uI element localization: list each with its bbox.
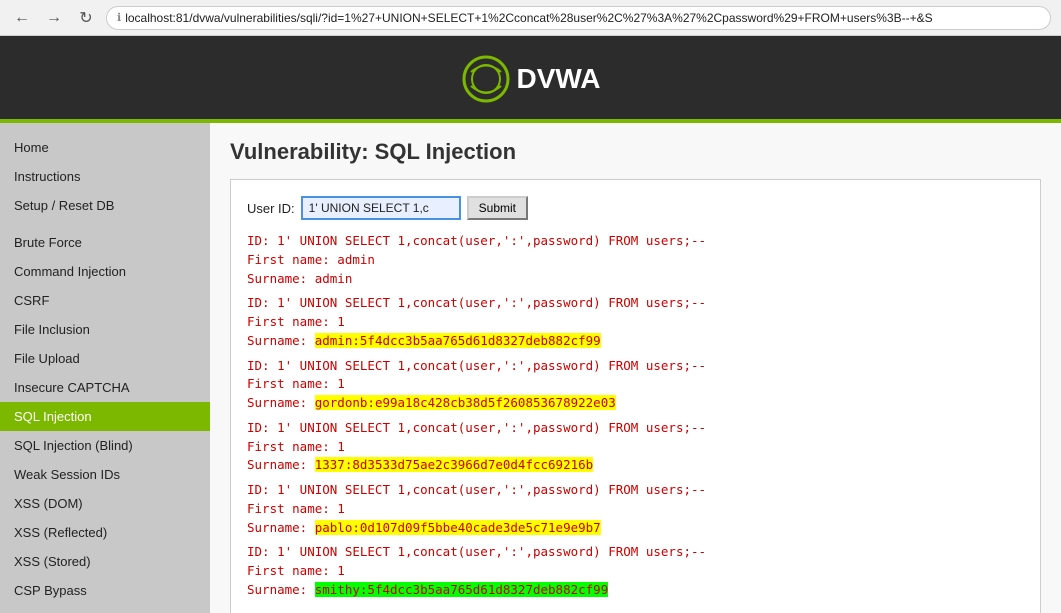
result-2-firstname: First name: 1	[247, 313, 1024, 332]
sidebar-item-brute-force[interactable]: Brute Force	[0, 228, 210, 257]
userid-input[interactable]	[301, 196, 461, 220]
result-2-id: ID: 1' UNION SELECT 1,concat(user,':',pa…	[247, 294, 1024, 313]
result-3-id: ID: 1' UNION SELECT 1,concat(user,':',pa…	[247, 357, 1024, 376]
lock-icon: ℹ	[117, 11, 121, 24]
sidebar-divider-1	[0, 220, 210, 228]
result-1-surname: Surname: admin	[247, 270, 1024, 289]
userid-label: User ID:	[247, 201, 295, 216]
content-area: Vulnerability: SQL Injection User ID: Su…	[210, 123, 1061, 613]
page-wrapper: DVWA Home Instructions Setup / Reset DB …	[0, 36, 1061, 613]
result-3: ID: 1' UNION SELECT 1,concat(user,':',pa…	[247, 357, 1024, 413]
back-button[interactable]: ←	[10, 6, 34, 30]
dvwa-logo: DVWA	[461, 54, 601, 104]
sidebar-item-command-injection[interactable]: Command Injection	[0, 257, 210, 286]
result-4-id: ID: 1' UNION SELECT 1,concat(user,':',pa…	[247, 419, 1024, 438]
result-6: ID: 1' UNION SELECT 1,concat(user,':',pa…	[247, 543, 1024, 599]
sidebar-item-instructions[interactable]: Instructions	[0, 162, 210, 191]
refresh-button[interactable]: ↻	[74, 6, 98, 30]
result-5-firstname: First name: 1	[247, 500, 1024, 519]
logo-text: DVWA	[517, 63, 601, 95]
sidebar-item-weak-session-ids[interactable]: Weak Session IDs	[0, 460, 210, 489]
result-1: ID: 1' UNION SELECT 1,concat(user,':',pa…	[247, 232, 1024, 288]
result-4-surname: Surname: 1337:8d3533d75ae2c3966d7e0d4fcc…	[247, 456, 1024, 475]
forward-button[interactable]: →	[42, 6, 66, 30]
sidebar-item-javascript[interactable]: JavaScript	[0, 605, 210, 613]
sidebar-item-xss-stored[interactable]: XSS (Stored)	[0, 547, 210, 576]
result-3-firstname: First name: 1	[247, 375, 1024, 394]
result-2-surname-value: admin:5f4dcc3b5aa765d61d8327deb882cf99	[315, 333, 601, 348]
sidebar: Home Instructions Setup / Reset DB Brute…	[0, 123, 210, 613]
main-area: Home Instructions Setup / Reset DB Brute…	[0, 123, 1061, 613]
sidebar-item-xss-reflected[interactable]: XSS (Reflected)	[0, 518, 210, 547]
sidebar-item-home[interactable]: Home	[0, 133, 210, 162]
result-6-firstname: First name: 1	[247, 562, 1024, 581]
sidebar-item-csrf[interactable]: CSRF	[0, 286, 210, 315]
result-1-firstname: First name: admin	[247, 251, 1024, 270]
address-bar[interactable]: ℹ localhost:81/dvwa/vulnerabilities/sqli…	[106, 6, 1051, 30]
result-4-firstname: First name: 1	[247, 438, 1024, 457]
result-4-surname-value: 1337:8d3533d75ae2c3966d7e0d4fcc69216b	[315, 457, 593, 472]
page-title: Vulnerability: SQL Injection	[230, 139, 1041, 165]
result-5: ID: 1' UNION SELECT 1,concat(user,':',pa…	[247, 481, 1024, 537]
dvwa-logo-svg	[461, 54, 511, 104]
sidebar-item-sql-injection-blind[interactable]: SQL Injection (Blind)	[0, 431, 210, 460]
result-5-surname: Surname: pablo:0d107d09f5bbe40cade3de5c7…	[247, 519, 1024, 538]
result-1-id: ID: 1' UNION SELECT 1,concat(user,':',pa…	[247, 232, 1024, 251]
result-4: ID: 1' UNION SELECT 1,concat(user,':',pa…	[247, 419, 1024, 475]
sidebar-item-csp-bypass[interactable]: CSP Bypass	[0, 576, 210, 605]
submit-button[interactable]: Submit	[467, 196, 528, 220]
sidebar-item-file-upload[interactable]: File Upload	[0, 344, 210, 373]
sidebar-item-xss-dom[interactable]: XSS (DOM)	[0, 489, 210, 518]
vulnerability-box: User ID: Submit ID: 1' UNION SELECT 1,co…	[230, 179, 1041, 613]
result-3-surname: Surname: gordonb:e99a18c428cb38d5f260853…	[247, 394, 1024, 413]
result-3-surname-value: gordonb:e99a18c428cb38d5f260853678922e03	[315, 395, 616, 410]
sidebar-item-file-inclusion[interactable]: File Inclusion	[0, 315, 210, 344]
result-5-surname-value: pablo:0d107d09f5bbe40cade3de5c71e9e9b7	[315, 520, 601, 535]
browser-chrome: ← → ↻ ℹ localhost:81/dvwa/vulnerabilitie…	[0, 0, 1061, 36]
site-header: DVWA	[0, 36, 1061, 123]
sidebar-item-sql-injection[interactable]: SQL Injection	[0, 402, 210, 431]
sidebar-item-setup[interactable]: Setup / Reset DB	[0, 191, 210, 220]
result-2-surname: Surname: admin:5f4dcc3b5aa765d61d8327deb…	[247, 332, 1024, 351]
result-2: ID: 1' UNION SELECT 1,concat(user,':',pa…	[247, 294, 1024, 350]
userid-row: User ID: Submit	[247, 196, 1024, 220]
result-5-id: ID: 1' UNION SELECT 1,concat(user,':',pa…	[247, 481, 1024, 500]
result-6-id: ID: 1' UNION SELECT 1,concat(user,':',pa…	[247, 543, 1024, 562]
address-text: localhost:81/dvwa/vulnerabilities/sqli/?…	[125, 11, 932, 25]
sidebar-item-insecure-captcha[interactable]: Insecure CAPTCHA	[0, 373, 210, 402]
result-6-surname-value: smithy:5f4dcc3b5aa765d61d8327deb882cf99	[315, 582, 609, 597]
result-6-surname: Surname: smithy:5f4dcc3b5aa765d61d8327de…	[247, 581, 1024, 600]
